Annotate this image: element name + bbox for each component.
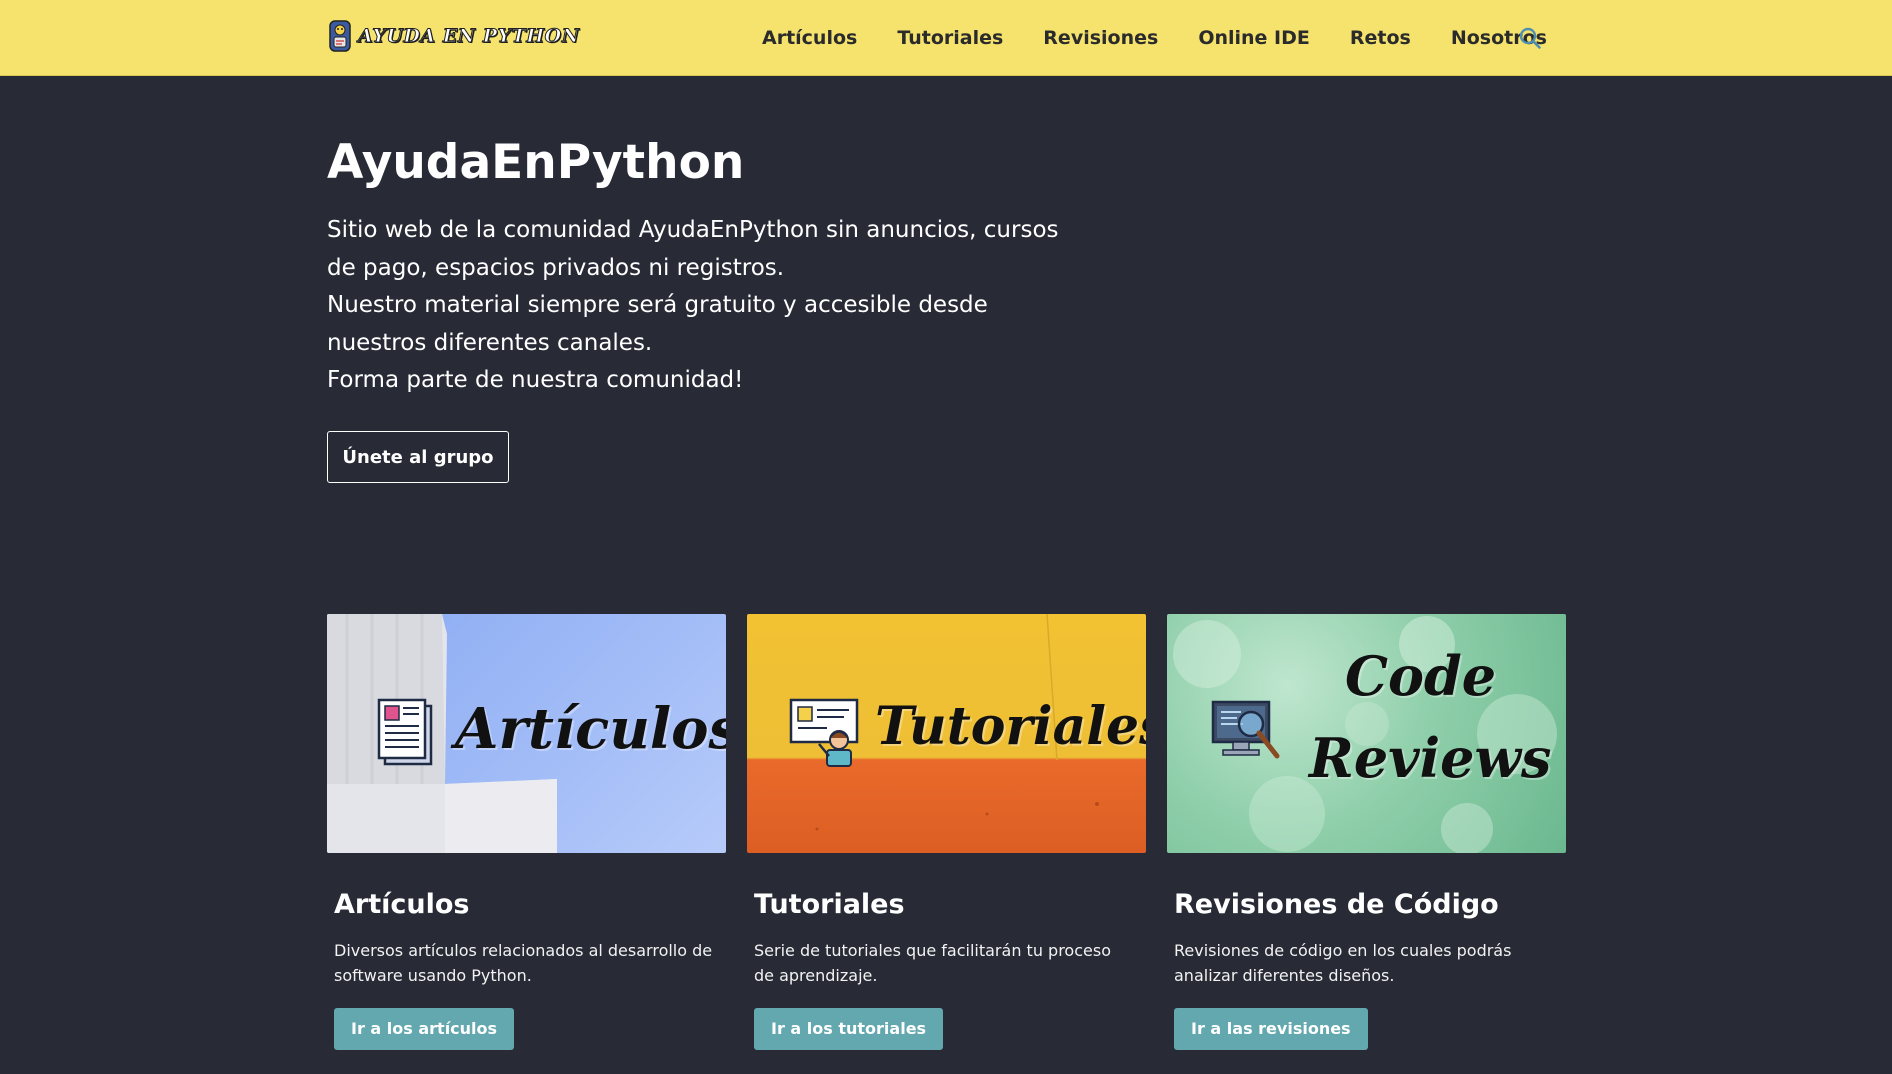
hero-description: Sitio web de la comunidad AyudaEnPython … [327, 212, 1127, 400]
brand-link[interactable]: AYUDA EN PYTHON [328, 18, 580, 54]
nav-item-retos[interactable]: Retos [1330, 27, 1431, 49]
go-to-articles-button[interactable]: Ir a los artículos [334, 1008, 515, 1050]
nav-item-tutoriales[interactable]: Tutoriales [877, 27, 1023, 49]
tutoriales-banner-text: Tutoriales [875, 696, 1146, 757]
card-tutoriales-description: Serie de tutoriales que facilitarán tu p… [754, 941, 1111, 985]
teacher-presentation-icon [789, 698, 859, 767]
articulos-banner-image[interactable]: Artículos [327, 614, 726, 853]
card-articulos: Artículos Artículos Diversos artículos r… [327, 614, 726, 1050]
search-icon[interactable] [1518, 26, 1542, 50]
card-tutoriales-title: Tutoriales [754, 889, 905, 920]
code-reviews-banner-image[interactable]: Code Reviews [1167, 614, 1566, 853]
hero-title: AyudaEnPython [327, 135, 745, 190]
code-reviews-banner-text-line2: Reviews [1309, 726, 1552, 790]
newspaper-icon [377, 698, 433, 766]
python-mascot-logo-icon [329, 20, 351, 52]
hero-section: AyudaEnPython Sitio web de la comunidad … [327, 128, 1127, 400]
card-revisiones-title: Revisiones de Código [1174, 889, 1499, 920]
hero-line-1: Sitio web de la comunidad AyudaEnPython … [327, 217, 1059, 281]
go-to-tutorials-button[interactable]: Ir a los tutoriales [754, 1008, 944, 1050]
hero-line-2: Nuestro material siempre será gratuito y… [327, 292, 988, 356]
tutoriales-banner-image[interactable]: Tutoriales [747, 614, 1146, 853]
card-tutoriales: Tutoriales Tutoriales Serie de tutoriale… [747, 614, 1146, 1050]
nav-item-online-ide[interactable]: Online IDE [1178, 27, 1330, 49]
articulos-banner-text: Artículos [455, 696, 726, 762]
card-articulos-title: Artículos [334, 889, 470, 920]
nav-item-nosotros[interactable]: Nosotros [1431, 27, 1567, 49]
nav-item-revisiones[interactable]: Revisiones [1023, 27, 1178, 49]
code-reviews-banner-text-line1: Code [1345, 644, 1497, 708]
join-group-button[interactable]: Únete al grupo [327, 431, 509, 483]
main-nav: Artículos Tutoriales Revisiones Online I… [742, 0, 1567, 76]
brand-name: AYUDA EN PYTHON [358, 25, 580, 48]
card-revisiones-description: Revisiones de código en los cuales podrá… [1174, 941, 1512, 985]
go-to-reviews-button[interactable]: Ir a las revisiones [1174, 1008, 1368, 1050]
code-review-magnifier-icon [1211, 700, 1280, 759]
card-articulos-description: Diversos artículos relacionados al desar… [334, 941, 713, 985]
card-revisiones: Code Reviews Revisiones de Código Revisi… [1167, 614, 1566, 1050]
nav-item-articulos[interactable]: Artículos [742, 27, 877, 49]
hero-line-3: Forma parte de nuestra comunidad! [327, 367, 744, 393]
navbar: AYUDA EN PYTHON Artículos Tutoriales Rev… [0, 0, 1892, 76]
